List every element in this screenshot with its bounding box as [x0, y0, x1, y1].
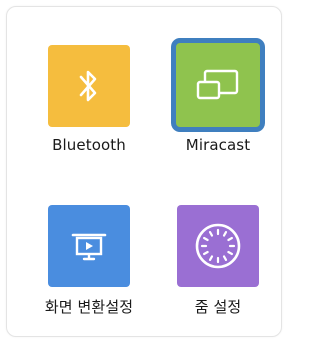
bluetooth-tile[interactable]: Bluetooth: [24, 45, 154, 154]
dial-icon: [195, 223, 241, 269]
zoom-button[interactable]: [177, 205, 259, 287]
miracast-button[interactable]: [171, 38, 265, 132]
bluetooth-icon: [79, 70, 97, 102]
miracast-tile[interactable]: Miracast: [153, 38, 283, 154]
screen-cast-icon: [196, 69, 239, 100]
screen-convert-tile[interactable]: 화면 변환설정: [24, 205, 154, 317]
screen-convert-button[interactable]: [48, 205, 130, 287]
bluetooth-button[interactable]: [48, 45, 130, 127]
projector-screen-icon: [71, 233, 107, 261]
settings-panel: Bluetooth Miracast 화면 변환설정 줌 설정: [6, 6, 282, 337]
screen-convert-label: 화면 변환설정: [44, 298, 134, 316]
zoom-tile[interactable]: 줌 설정: [153, 205, 283, 317]
miracast-label: Miracast: [185, 136, 251, 154]
zoom-label: 줌 설정: [194, 298, 242, 316]
bluetooth-label: Bluetooth: [52, 136, 126, 154]
